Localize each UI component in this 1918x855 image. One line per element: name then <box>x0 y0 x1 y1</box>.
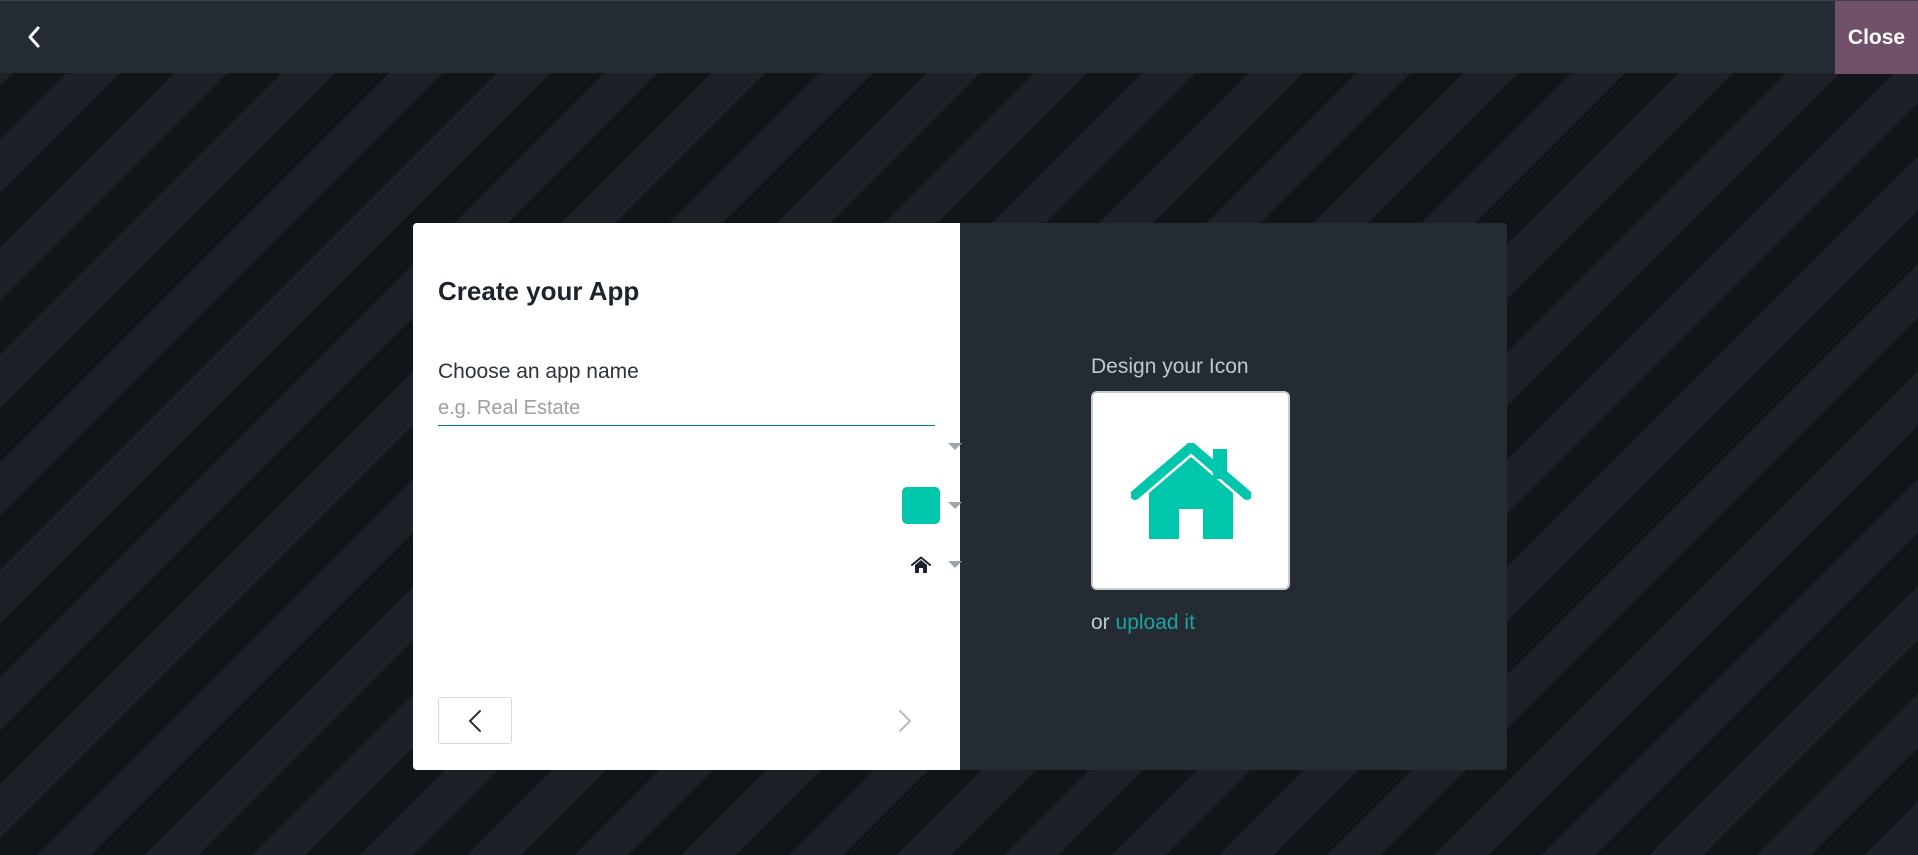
next-button[interactable] <box>880 697 930 744</box>
previous-button[interactable] <box>438 697 512 744</box>
upload-icon-link[interactable]: upload it <box>1116 611 1195 634</box>
app-name-label: Choose an app name <box>438 360 639 383</box>
app-name-pane: Create your App Choose an app name <box>413 223 960 770</box>
app-name-input[interactable] <box>438 391 935 426</box>
dialog-title: Create your App <box>438 276 640 306</box>
top-bar: Close <box>0 0 1918 74</box>
home-icon <box>911 556 931 573</box>
icon-picker[interactable] <box>902 546 962 583</box>
caret-down-icon[interactable] <box>948 443 962 450</box>
icon-design-pane: Design your Icon or upload it <box>960 223 1507 770</box>
chevron-left-icon <box>28 26 40 48</box>
icon-color-swatch[interactable] <box>902 487 940 524</box>
upload-line: or upload it <box>1091 611 1195 635</box>
icon-selector-swatch[interactable] <box>902 546 940 583</box>
close-button[interactable]: Close <box>1835 1 1918 74</box>
home-icon <box>1130 442 1251 539</box>
back-button[interactable] <box>16 19 52 55</box>
chevron-right-icon <box>899 709 911 732</box>
background-color-picker[interactable] <box>902 428 962 465</box>
icon-color-picker[interactable] <box>902 487 962 524</box>
icon-preview <box>1091 391 1290 590</box>
upload-prefix: or <box>1091 611 1110 634</box>
caret-down-icon[interactable] <box>948 561 962 568</box>
chevron-left-icon <box>469 709 481 732</box>
background-color-swatch[interactable] <box>902 428 940 465</box>
design-icon-label: Design your Icon <box>1091 355 1249 378</box>
caret-down-icon[interactable] <box>948 502 962 509</box>
